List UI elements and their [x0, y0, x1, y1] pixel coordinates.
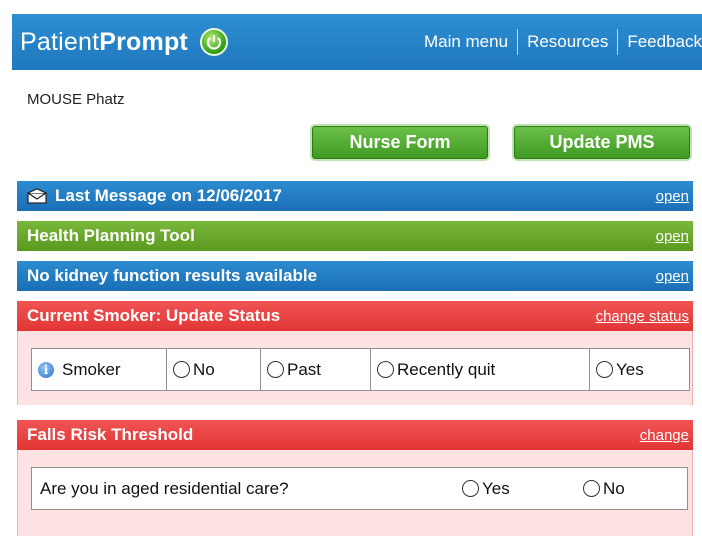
- falls-question-row: Are you in aged residential care? Yes No: [31, 467, 688, 510]
- falls-risk-bar: Falls Risk Threshold change: [17, 420, 693, 450]
- smoker-recently-quit-radio[interactable]: [377, 361, 394, 378]
- smoker-past-radio[interactable]: [267, 361, 284, 378]
- smoker-options-row: i Smoker No Past Recently quit Yes: [31, 348, 690, 391]
- health-planning-title: Health Planning Tool: [27, 226, 195, 245]
- smoker-option-recently-quit[interactable]: Recently quit: [371, 349, 590, 390]
- last-message-title: Last Message on 12/06/2017: [55, 186, 282, 205]
- nav-main-menu[interactable]: Main menu: [424, 32, 508, 52]
- smoker-past-label: Past: [287, 359, 322, 379]
- patient-prompt-page: Patient Prompt Main menu Resources Feedba…: [0, 0, 702, 536]
- aged-care-option-no[interactable]: No: [583, 479, 625, 499]
- kidney-results-open-link[interactable]: open: [656, 268, 689, 285]
- smoker-status-title: Current Smoker: Update Status: [27, 306, 281, 325]
- kidney-results-bar: No kidney function results available ope…: [17, 261, 693, 291]
- logo-text-light: Patient: [20, 27, 100, 56]
- falls-change-link[interactable]: change: [640, 427, 689, 444]
- smoker-yes-radio[interactable]: [596, 361, 613, 378]
- aged-care-question: Are you in aged residential care?: [40, 478, 289, 498]
- falls-risk-title: Falls Risk Threshold: [27, 425, 194, 444]
- health-planning-bar: Health Planning Tool open: [17, 221, 693, 251]
- logo-text-bold: Prompt: [99, 27, 188, 56]
- app-logo: Patient Prompt: [20, 28, 228, 57]
- update-pms-button[interactable]: Update PMS: [514, 126, 690, 159]
- smoker-no-radio[interactable]: [173, 361, 190, 378]
- envelope-icon: [27, 188, 47, 204]
- nav-divider: [517, 29, 519, 55]
- smoker-option-yes[interactable]: Yes: [590, 349, 689, 390]
- smoker-option-past[interactable]: Past: [261, 349, 371, 390]
- main-nav: Main menu Resources Feedback: [424, 14, 702, 70]
- power-icon[interactable]: [199, 28, 228, 56]
- aged-care-yes-radio[interactable]: [462, 480, 479, 497]
- aged-care-no-label: No: [603, 478, 625, 498]
- nav-resources[interactable]: Resources: [527, 32, 608, 52]
- change-status-link[interactable]: change status: [596, 308, 689, 325]
- last-message-open-link[interactable]: open: [656, 188, 689, 205]
- health-planning-open-link[interactable]: open: [656, 228, 689, 245]
- nav-divider: [617, 29, 619, 55]
- last-message-bar: Last Message on 12/06/2017 open: [17, 181, 693, 211]
- smoker-label: Smoker: [62, 359, 121, 379]
- smoker-recently-quit-label: Recently quit: [397, 359, 496, 379]
- smoker-status-bar: Current Smoker: Update Status change sta…: [17, 301, 693, 331]
- nurse-form-button[interactable]: Nurse Form: [312, 126, 488, 159]
- smoker-label-cell: i Smoker: [32, 349, 167, 390]
- smoker-yes-label: Yes: [616, 359, 644, 379]
- patient-name: MOUSE Phatz: [27, 91, 125, 108]
- smoker-no-label: No: [193, 359, 215, 379]
- info-icon[interactable]: i: [38, 361, 54, 378]
- aged-care-no-radio[interactable]: [583, 480, 600, 497]
- kidney-results-title: No kidney function results available: [27, 266, 318, 285]
- aged-care-yes-label: Yes: [482, 478, 510, 498]
- smoker-option-no[interactable]: No: [167, 349, 261, 390]
- nav-feedback[interactable]: Feedback: [627, 32, 702, 52]
- top-bar: Patient Prompt Main menu Resources Feedba…: [12, 14, 702, 70]
- aged-care-option-yes[interactable]: Yes: [462, 479, 510, 499]
